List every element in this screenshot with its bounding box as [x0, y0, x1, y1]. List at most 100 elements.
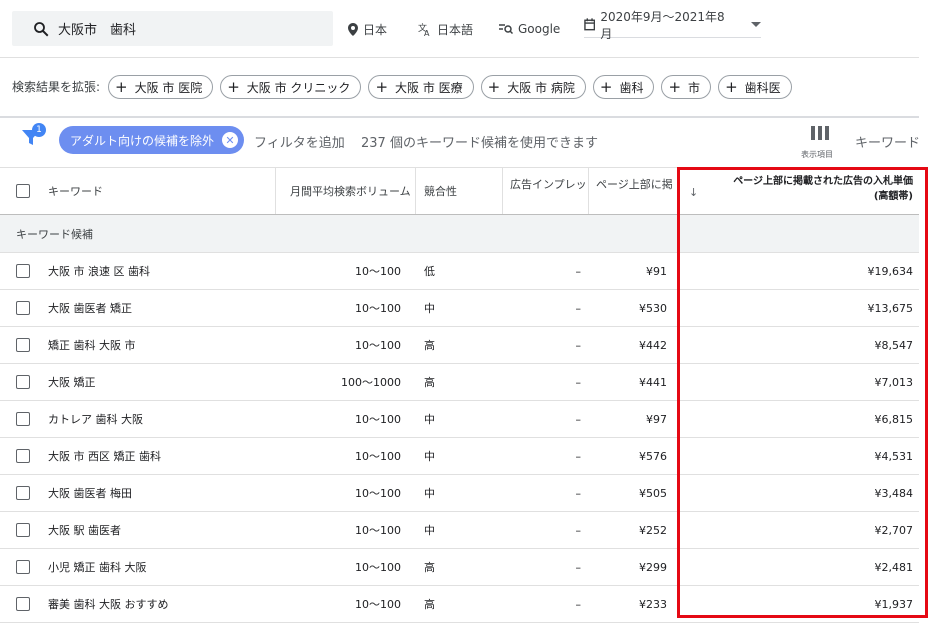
expand-chip[interactable]: + 大阪 市 医院 [108, 75, 214, 99]
impression-cell: – [575, 597, 582, 611]
language-label: 日本語 [437, 22, 474, 37]
expand-chip-label: 大阪 市 医療 [395, 80, 463, 95]
add-filter-button[interactable]: フィルタを追加 [254, 132, 345, 151]
volume-cell: 10〜100 [355, 450, 401, 463]
network-selector[interactable]: Google [499, 20, 560, 38]
header-impression-share[interactable]: 広告インプレッ [510, 168, 586, 214]
row-checkbox[interactable] [16, 449, 30, 463]
row-checkbox[interactable] [16, 597, 30, 611]
low-bid-cell: ¥299 [639, 560, 667, 574]
plus-icon: + [375, 77, 389, 96]
low-bid-cell: ¥91 [646, 264, 667, 278]
impression-cell: – [575, 523, 582, 537]
expand-chip-label: 歯科医 [744, 80, 781, 95]
keyword-count-text: 237 個のキーワード候補を使用できます [361, 136, 598, 151]
expand-chip-label: 大阪 市 医院 [134, 80, 203, 95]
competition-cell: 中 [424, 487, 435, 500]
keyword-view-tab[interactable]: キーワード [855, 132, 920, 151]
volume-cell: 10〜100 [355, 561, 401, 574]
row-checkbox[interactable] [16, 523, 30, 537]
search-query: 大阪市 歯科 [58, 23, 137, 38]
divider [0, 116, 919, 118]
expand-chip[interactable]: + 大阪 市 クリニック [220, 75, 362, 99]
keyword-cell: 矯正 歯科 大阪 市 [48, 339, 136, 352]
expand-chip[interactable]: + 市 [661, 75, 712, 99]
low-bid-cell: ¥576 [639, 449, 667, 463]
expand-chip[interactable]: + 歯科医 [718, 75, 792, 99]
volume-cell: 10〜100 [355, 302, 401, 315]
impression-cell: – [575, 338, 582, 352]
low-bid-cell: ¥97 [646, 412, 667, 426]
date-range-label: 2020年9月〜2021年8月 [600, 9, 725, 41]
impression-cell: – [575, 375, 582, 389]
close-icon[interactable]: ✕ [222, 132, 239, 148]
plus-icon: + [725, 77, 738, 96]
low-bid-cell: ¥505 [639, 486, 667, 500]
competition-cell: 高 [424, 339, 435, 352]
expand-results-label: 検索結果を拡張: [12, 80, 101, 94]
keyword-cell: 大阪 歯医者 梅田 [48, 487, 132, 500]
expand-chip[interactable]: + 大阪 市 病院 [480, 75, 586, 99]
row-checkbox[interactable] [16, 264, 30, 278]
svg-text:A: A [424, 29, 430, 36]
row-checkbox[interactable] [16, 412, 30, 426]
columns-label: 表示項目 [801, 150, 833, 159]
date-range-selector[interactable]: 2020年9月〜2021年8月 [584, 10, 761, 41]
plus-icon: + [668, 77, 682, 96]
keyword-cell: カトレア 歯科 大阪 [48, 413, 143, 426]
plus-icon: + [227, 77, 240, 96]
volume-cell: 10〜100 [355, 413, 401, 426]
translate-icon: 文A [418, 22, 430, 36]
low-bid-cell: ¥442 [639, 338, 667, 352]
plus-icon: + [487, 77, 501, 96]
row-checkbox[interactable] [16, 375, 30, 389]
volume-cell: 100〜1000 [341, 376, 401, 389]
low-bid-cell: ¥441 [639, 375, 667, 389]
competition-cell: 低 [424, 265, 435, 278]
expand-chip-label: 大阪 市 クリニック [246, 80, 351, 95]
keyword-cell: 大阪 市 西区 矯正 歯科 [48, 450, 161, 463]
group-label: キーワード候補 [16, 227, 93, 241]
expand-chip-label: 歯科 [619, 80, 644, 95]
adult-filter-chip[interactable]: アダルト向けの候補を除外 ✕ [59, 126, 245, 154]
network-search-icon [499, 24, 513, 35]
header-competition[interactable]: 競合性 [424, 168, 457, 214]
network-label: Google [518, 22, 561, 36]
keyword-cell: 大阪 市 浪速 区 歯科 [48, 265, 150, 278]
calendar-icon [584, 18, 596, 31]
filter-count-badge: 1 [32, 123, 46, 137]
volume-cell: 10〜100 [355, 265, 401, 278]
row-checkbox[interactable] [16, 338, 30, 352]
volume-cell: 10〜100 [355, 339, 401, 352]
competition-cell: 中 [424, 413, 435, 426]
expand-chip[interactable]: + 大阪 市 医療 [368, 75, 474, 99]
keyword-cell: 小児 矯正 歯科 大阪 [48, 561, 147, 574]
location-selector[interactable]: 日本 [348, 20, 387, 38]
select-all-checkbox[interactable] [16, 184, 30, 198]
header-volume[interactable]: 月間平均検索ボリューム [290, 168, 412, 214]
expand-chip-label: 市 [688, 80, 701, 95]
competition-cell: 中 [424, 302, 435, 315]
competition-cell: 中 [424, 524, 435, 537]
language-selector[interactable]: 文A 日本語 [418, 20, 473, 38]
adult-filter-label: アダルト向けの候補を除外 [70, 133, 215, 148]
keyword-cell: 大阪 駅 歯医者 [48, 524, 121, 537]
chevron-down-icon [751, 22, 761, 27]
row-checkbox[interactable] [16, 560, 30, 574]
competition-cell: 高 [424, 561, 435, 574]
row-checkbox[interactable] [16, 486, 30, 500]
low-bid-cell: ¥530 [639, 301, 667, 315]
divider [0, 57, 919, 58]
competition-cell: 高 [424, 598, 435, 611]
expand-chip-label: 大阪 市 病院 [507, 80, 575, 95]
columns-icon[interactable] [811, 126, 829, 140]
impression-cell: – [575, 412, 582, 426]
expand-chip[interactable]: + 歯科 [592, 75, 655, 99]
row-checkbox[interactable] [16, 301, 30, 315]
header-keyword[interactable]: キーワード [48, 168, 103, 214]
header-low-bid[interactable]: ページ上部に掲 [596, 168, 672, 214]
impression-cell: – [575, 560, 582, 574]
volume-cell: 10〜100 [355, 598, 401, 611]
keyword-cell: 審美 歯科 大阪 おすすめ [48, 598, 169, 611]
search-input[interactable]: 大阪市 歯科 [12, 11, 333, 46]
